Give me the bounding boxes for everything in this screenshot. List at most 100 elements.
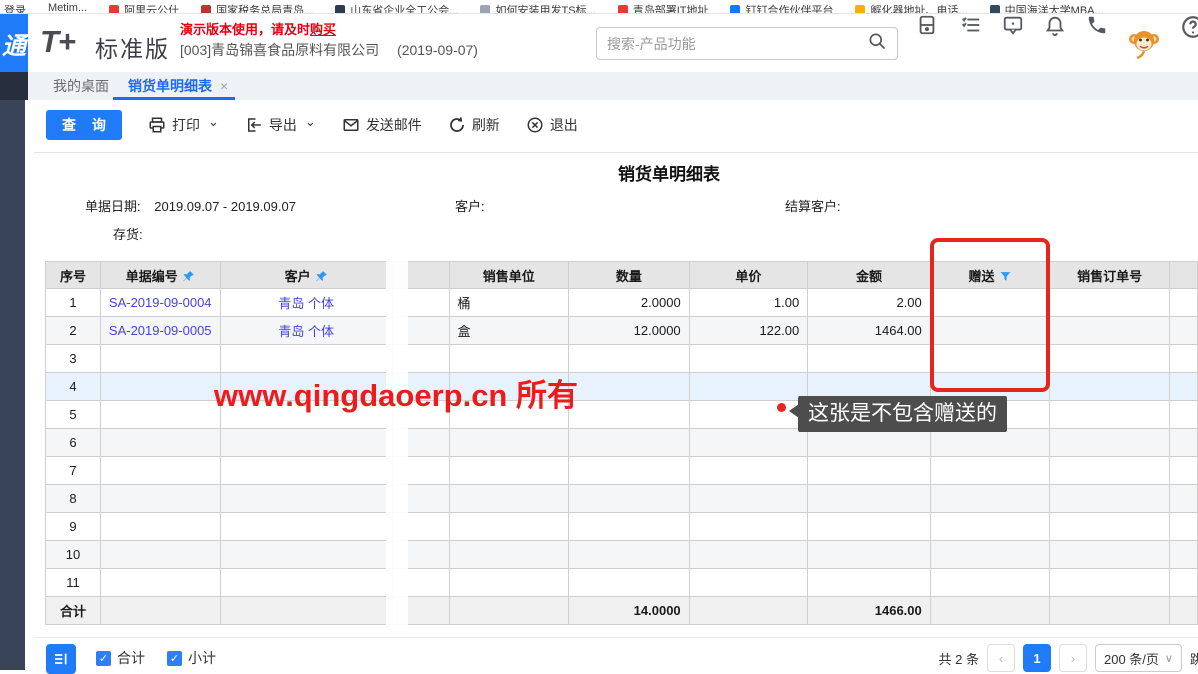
- table-cell[interactable]: 青岛 个体: [220, 289, 392, 317]
- table-cell[interactable]: [100, 485, 220, 513]
- table-cell[interactable]: 1464.00: [808, 317, 931, 345]
- table-cell[interactable]: [569, 541, 690, 569]
- table-row[interactable]: 10: [46, 541, 1198, 569]
- table-cell[interactable]: [449, 597, 569, 625]
- jump-to-page-label[interactable]: 跳转: [1190, 649, 1198, 668]
- table-cell[interactable]: [1170, 541, 1198, 569]
- table-cell[interactable]: 2.00: [808, 289, 931, 317]
- bookmark-item[interactable]: 如何安装用发TS标...: [480, 2, 595, 14]
- table-cell[interactable]: 合计: [46, 597, 101, 625]
- table-cell[interactable]: [1050, 569, 1170, 597]
- next-page-button[interactable]: ›: [1059, 644, 1087, 672]
- table-cell[interactable]: [1050, 485, 1170, 513]
- subtotal-checkbox[interactable]: ✓ 小计: [167, 648, 216, 668]
- buy-link[interactable]: 购买: [310, 22, 336, 37]
- tab-close-icon[interactable]: ×: [220, 78, 228, 94]
- table-cell[interactable]: [220, 569, 392, 597]
- table-cell[interactable]: [449, 485, 569, 513]
- table-cell[interactable]: [1050, 317, 1170, 345]
- current-page-button[interactable]: 1: [1023, 644, 1051, 672]
- table-cell[interactable]: [689, 541, 808, 569]
- table-cell[interactable]: [1170, 401, 1198, 429]
- table-cell[interactable]: [930, 485, 1050, 513]
- table-cell[interactable]: [569, 513, 690, 541]
- table-cell[interactable]: 桶: [449, 289, 569, 317]
- table-cell[interactable]: [1050, 373, 1170, 401]
- table-cell[interactable]: [220, 541, 392, 569]
- tab-my-desktop[interactable]: 我的桌面: [53, 72, 109, 100]
- table-cell[interactable]: 6: [46, 429, 101, 457]
- table-cell[interactable]: 青岛 个体: [220, 317, 392, 345]
- table-cell[interactable]: 4: [46, 373, 101, 401]
- table-cell[interactable]: SA-2019-09-0004: [100, 289, 220, 317]
- table-row[interactable]: 8: [46, 485, 1198, 513]
- export-button[interactable]: 导出: [245, 115, 316, 135]
- table-cell[interactable]: [1170, 429, 1198, 457]
- table-cell[interactable]: [569, 457, 690, 485]
- table-cell[interactable]: 1.00: [689, 289, 808, 317]
- tab-sales-report[interactable]: 销货单明细表 ×: [128, 72, 228, 100]
- table-cell[interactable]: [100, 429, 220, 457]
- page-size-select[interactable]: 200 条/页 ∨: [1095, 644, 1182, 672]
- table-cell[interactable]: 5: [46, 401, 101, 429]
- table-cell[interactable]: [1050, 289, 1170, 317]
- table-cell[interactable]: 1466.00: [808, 597, 931, 625]
- notification-bell-icon[interactable]: [1044, 14, 1068, 38]
- send-email-button[interactable]: 发送邮件: [342, 115, 422, 135]
- help-icon[interactable]: [1180, 14, 1198, 38]
- table-cell[interactable]: [100, 541, 220, 569]
- table-cell[interactable]: [449, 569, 569, 597]
- table-cell[interactable]: 14.0000: [569, 597, 690, 625]
- bookmark-item[interactable]: 孵化器地址、电话...: [855, 2, 967, 14]
- table-cell[interactable]: 9: [46, 513, 101, 541]
- table-cell[interactable]: [100, 345, 220, 373]
- table-row[interactable]: 7: [46, 457, 1198, 485]
- table-cell[interactable]: [1170, 317, 1198, 345]
- table-cell[interactable]: [689, 513, 808, 541]
- bookmark-item[interactable]: 阿里云公什: [109, 2, 179, 14]
- table-cell[interactable]: 3: [46, 345, 101, 373]
- table-cell[interactable]: 2: [46, 317, 101, 345]
- table-cell[interactable]: [930, 513, 1050, 541]
- table-cell[interactable]: [930, 429, 1050, 457]
- table-cell[interactable]: [1170, 345, 1198, 373]
- table-cell[interactable]: [808, 485, 931, 513]
- table-cell[interactable]: [449, 513, 569, 541]
- column-header[interactable]: 销售订单号: [1050, 262, 1170, 289]
- table-cell[interactable]: [689, 429, 808, 457]
- bookmark-item[interactable]: 中国海洋大学MBA...: [990, 2, 1104, 14]
- bookmark-item[interactable]: 钉钉合作伙伴平台: [730, 2, 833, 14]
- table-cell[interactable]: [1050, 429, 1170, 457]
- table-cell[interactable]: [930, 457, 1050, 485]
- table-row[interactable]: 6: [46, 429, 1198, 457]
- table-cell[interactable]: [689, 457, 808, 485]
- table-cell[interactable]: [220, 513, 392, 541]
- table-cell[interactable]: [689, 373, 808, 401]
- table-cell[interactable]: 8: [46, 485, 101, 513]
- column-header[interactable]: [1170, 262, 1198, 289]
- table-cell[interactable]: [220, 429, 392, 457]
- table-cell[interactable]: [220, 345, 392, 373]
- table-cell[interactable]: 7: [46, 457, 101, 485]
- table-cell[interactable]: [569, 373, 690, 401]
- query-button[interactable]: 查 询: [46, 110, 122, 140]
- table-cell[interactable]: [220, 597, 392, 625]
- bookmark-item[interactable]: Metim...: [48, 2, 87, 14]
- table-cell[interactable]: [1170, 569, 1198, 597]
- table-cell[interactable]: [569, 401, 690, 429]
- phone-icon[interactable]: [1086, 14, 1110, 38]
- refresh-button[interactable]: 刷新: [448, 115, 500, 135]
- table-cell[interactable]: [1170, 373, 1198, 401]
- column-header[interactable]: 客户: [220, 262, 392, 289]
- table-cell[interactable]: [930, 597, 1050, 625]
- table-cell[interactable]: 2.0000: [569, 289, 690, 317]
- product-search[interactable]: [596, 27, 898, 60]
- sort-icon[interactable]: [315, 270, 328, 283]
- sort-icon[interactable]: [182, 270, 195, 283]
- bookmark-item[interactable]: 青岛部署IT地址: [618, 2, 709, 14]
- service-monkey-icon[interactable]: [1126, 26, 1162, 62]
- table-cell[interactable]: [808, 569, 931, 597]
- table-cell[interactable]: 12.0000: [569, 317, 690, 345]
- table-cell[interactable]: [1050, 513, 1170, 541]
- table-cell[interactable]: [689, 569, 808, 597]
